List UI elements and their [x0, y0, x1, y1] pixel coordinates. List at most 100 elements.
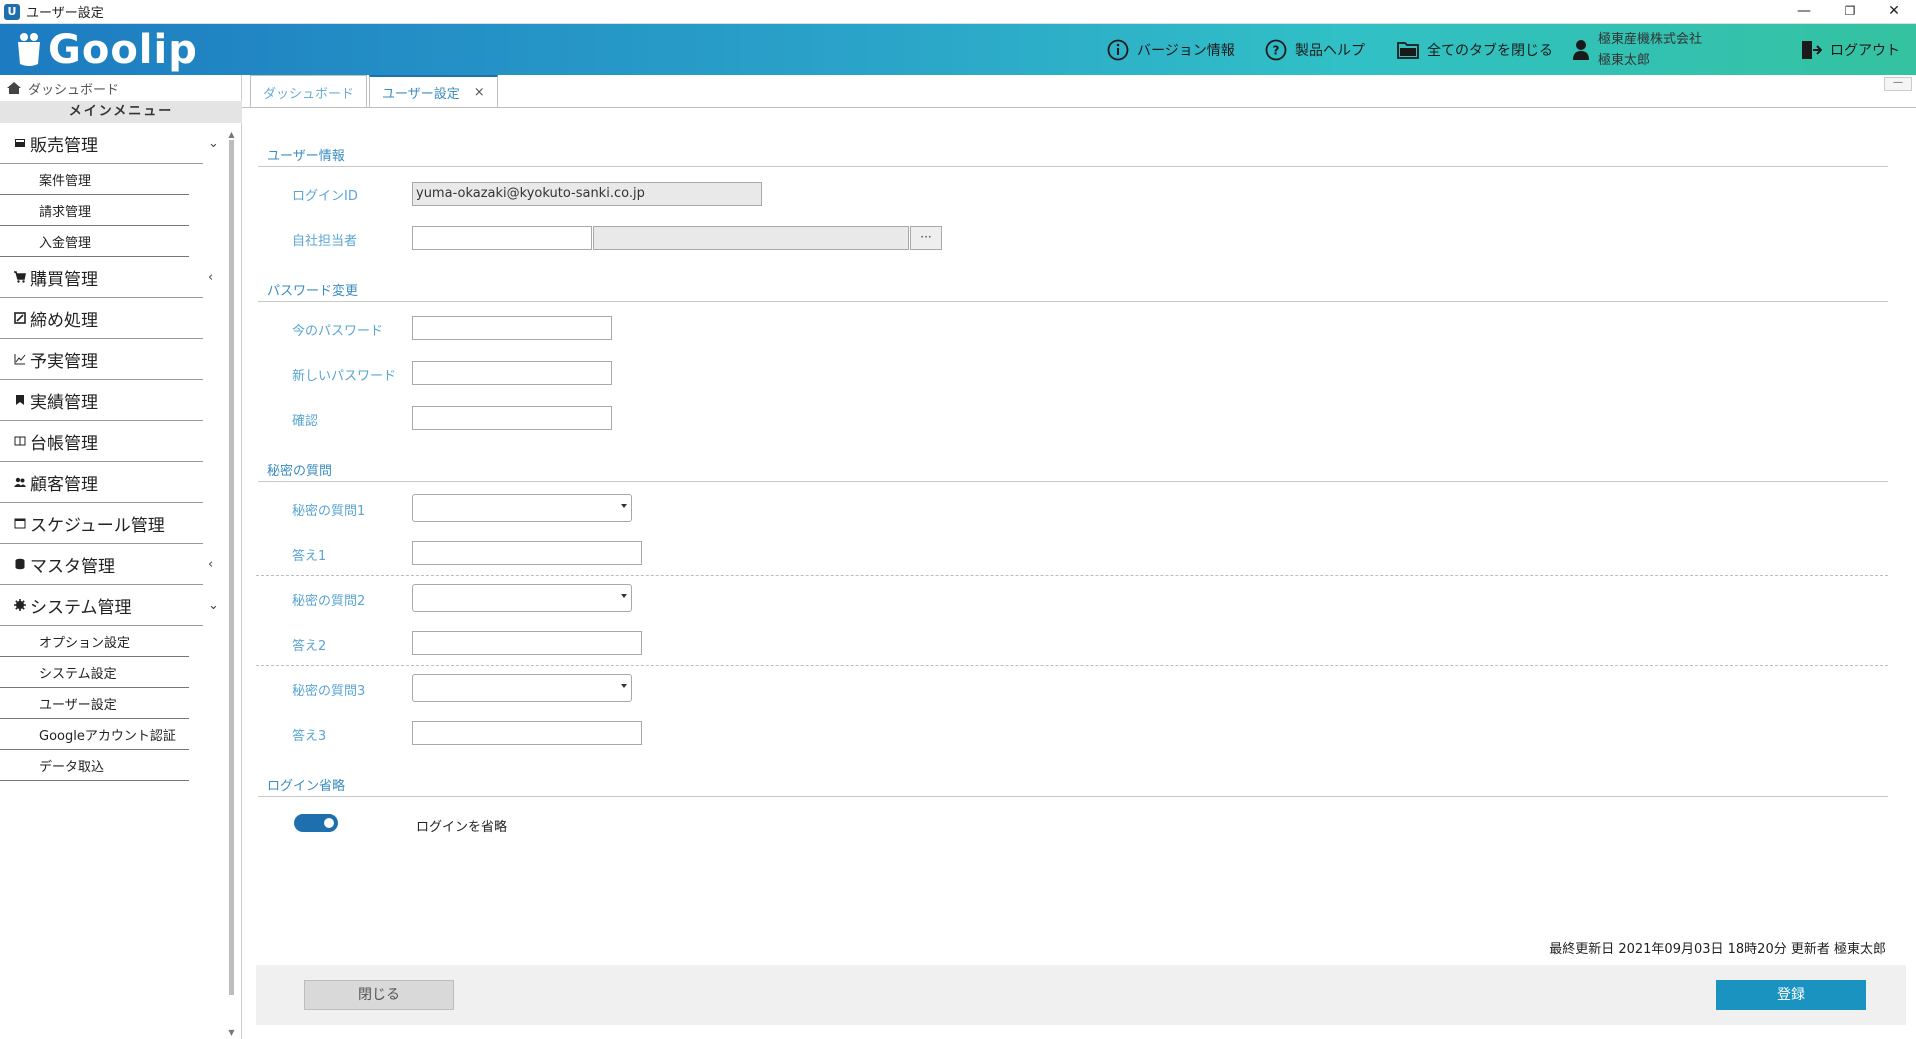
- secret-question-2-select[interactable]: [412, 584, 632, 612]
- minimize-window-button[interactable]: —: [1784, 0, 1824, 24]
- staff-code-input[interactable]: [412, 226, 592, 250]
- scrollbar-thumb[interactable]: [229, 140, 234, 995]
- edit-box-icon: [14, 312, 26, 324]
- login-skip-label: ログインを省略: [416, 820, 508, 835]
- window-title: ユーザー設定: [26, 6, 104, 21]
- section-title-password: パスワード変更: [267, 284, 359, 299]
- section-title-user-info: ユーザー情報: [267, 149, 345, 164]
- scroll-down-icon[interactable]: ▼: [227, 1028, 236, 1037]
- logout-button[interactable]: ログアウト: [1800, 24, 1900, 75]
- logo-text: Goolip: [48, 27, 198, 73]
- logout-label: ログアウト: [1830, 42, 1900, 59]
- sidebar-subitem-options[interactable]: オプション設定: [0, 626, 189, 657]
- sidebar-item-sales[interactable]: 販売管理 ⌄: [0, 123, 219, 164]
- sidebar-subitem-user-settings[interactable]: ユーザー設定: [0, 688, 189, 719]
- sidebar-subitem-projects[interactable]: 案件管理: [0, 164, 189, 195]
- sidebar-item-label: 購買管理: [30, 269, 98, 290]
- last-updated-info: 最終更新日 2021年09月03日 18時20分 更新者 極東太郎: [1549, 942, 1886, 957]
- answer-3-input[interactable]: [412, 721, 642, 745]
- login-id-label: ログインID: [292, 189, 358, 204]
- sidebar-subitem-system-settings[interactable]: システム設定: [0, 657, 189, 688]
- database-icon: [15, 558, 25, 570]
- dropdown-caret-icon: [621, 504, 627, 508]
- tab-label: ユーザー設定: [382, 87, 460, 102]
- chevron-left-icon: ‹: [208, 269, 214, 285]
- close-window-button[interactable]: ✕: [1874, 0, 1914, 24]
- tab-user-settings[interactable]: ユーザー設定 ×: [369, 75, 498, 108]
- users-icon: [14, 477, 26, 487]
- close-icon[interactable]: ×: [474, 85, 485, 100]
- tab-bar: ダッシュボード ユーザー設定 ×: [250, 75, 500, 108]
- sidebar-dashboard-link[interactable]: ダッシュボード: [0, 75, 241, 101]
- sidebar-item-master[interactable]: マスタ管理 ‹: [0, 544, 213, 585]
- close-all-tabs-label: 全てのタブを閉じる: [1427, 42, 1553, 59]
- sidebar-subitem-google-auth[interactable]: Googleアカウント認証: [0, 719, 189, 750]
- goolip-logo[interactable]: Goolip: [14, 26, 198, 74]
- confirm-password-label: 確認: [292, 414, 319, 429]
- sidebar-item-label: スケジュール管理: [30, 515, 165, 536]
- staff-name-field: [593, 226, 909, 250]
- user-info: 極東産機株式会社 極東太郎: [1572, 29, 1702, 71]
- section-title-secret-question: 秘密の質問: [267, 464, 333, 479]
- close-all-tabs-button[interactable]: 全てのタブを閉じる: [1397, 24, 1553, 75]
- sidebar-item-label: マスタ管理: [30, 556, 115, 577]
- new-password-label: 新しいパスワード: [292, 369, 397, 384]
- product-help-button[interactable]: ? 製品ヘルプ: [1265, 24, 1365, 75]
- secret-question-1-select[interactable]: [412, 494, 632, 522]
- product-help-label: 製品ヘルプ: [1295, 42, 1365, 59]
- answer-1-input[interactable]: [412, 541, 642, 565]
- sidebar-item-label: 締め処理: [30, 310, 98, 331]
- confirm-password-input[interactable]: [412, 406, 612, 430]
- section-divider: [258, 166, 1888, 167]
- dotted-divider: [256, 665, 1888, 666]
- sidebar-item-budget[interactable]: 予実管理: [0, 339, 203, 380]
- answer-2-label: 答え2: [292, 639, 327, 654]
- collapse-panel-button[interactable]: —: [1884, 77, 1912, 91]
- sidebar-item-schedule[interactable]: スケジュール管理: [0, 503, 203, 544]
- new-password-input[interactable]: [412, 361, 612, 385]
- sidebar: ダッシュボード メインメニュー 販売管理 ⌄ 案件管理 請求管理 入金管理 購買…: [0, 75, 242, 1039]
- main-menu: 販売管理 ⌄ 案件管理 請求管理 入金管理 購買管理 ‹ 締め処理 予実管理 実…: [0, 123, 230, 781]
- user-name: 極東太郎: [1598, 53, 1651, 68]
- sidebar-item-customer[interactable]: 顧客管理: [0, 462, 203, 503]
- tab-dashboard[interactable]: ダッシュボード: [250, 75, 368, 108]
- staff-label: 自社担当者: [292, 234, 358, 249]
- sidebar-scrollbar[interactable]: ▲ ▼: [227, 130, 236, 1039]
- app-header: Goolip バージョン情報 ? 製品ヘルプ 全てのタブを閉じる 極東産機株式会…: [0, 24, 1916, 75]
- sidebar-subitem-billing[interactable]: 請求管理: [0, 195, 189, 226]
- sidebar-item-label: システム管理: [30, 597, 132, 618]
- dropdown-caret-icon: [621, 684, 627, 688]
- section-divider: [258, 301, 1888, 302]
- section-title-login-skip: ログイン省略: [267, 779, 346, 794]
- answer-3-label: 答え3: [292, 729, 327, 744]
- staff-lookup-button[interactable]: ···: [910, 226, 942, 250]
- secret-question-3-select[interactable]: [412, 674, 632, 702]
- logo-mark-icon: [18, 33, 40, 66]
- sidebar-item-label: 台帳管理: [30, 433, 98, 454]
- secret-question-2-label: 秘密の質問2: [292, 594, 366, 609]
- sidebar-item-label: 予実管理: [30, 351, 98, 372]
- login-id-field: yuma-okazaki@kyokuto-sanki.co.jp: [412, 182, 762, 206]
- answer-2-input[interactable]: [412, 631, 642, 655]
- sidebar-dashboard-label: ダッシュボード: [28, 82, 120, 98]
- app-icon: U: [4, 3, 20, 20]
- sidebar-subitem-data-import[interactable]: データ取込: [0, 750, 189, 781]
- version-info-button[interactable]: バージョン情報: [1107, 24, 1235, 75]
- current-password-input[interactable]: [412, 316, 612, 340]
- tab-label: ダッシュボード: [263, 86, 355, 102]
- sidebar-subitem-payments[interactable]: 入金管理: [0, 226, 189, 257]
- save-button[interactable]: 登録: [1716, 980, 1866, 1010]
- sidebar-item-purchase[interactable]: 購買管理 ‹: [0, 257, 213, 298]
- secret-question-3-label: 秘密の質問3: [292, 684, 366, 699]
- restore-window-button[interactable]: ❐: [1830, 0, 1870, 24]
- close-button[interactable]: 閉じる: [304, 980, 454, 1010]
- login-skip-toggle[interactable]: [294, 814, 338, 832]
- answer-1-label: 答え1: [292, 549, 327, 564]
- sidebar-item-system[interactable]: システム管理 ⌄: [0, 585, 219, 626]
- sidebar-item-closing[interactable]: 締め処理: [0, 298, 203, 339]
- sidebar-item-ledger[interactable]: 台帳管理: [0, 421, 203, 462]
- scroll-up-icon[interactable]: ▲: [227, 130, 236, 139]
- logout-icon: [1802, 40, 1822, 59]
- chevron-left-icon: ‹: [208, 556, 214, 572]
- sidebar-item-results[interactable]: 実績管理: [0, 380, 203, 421]
